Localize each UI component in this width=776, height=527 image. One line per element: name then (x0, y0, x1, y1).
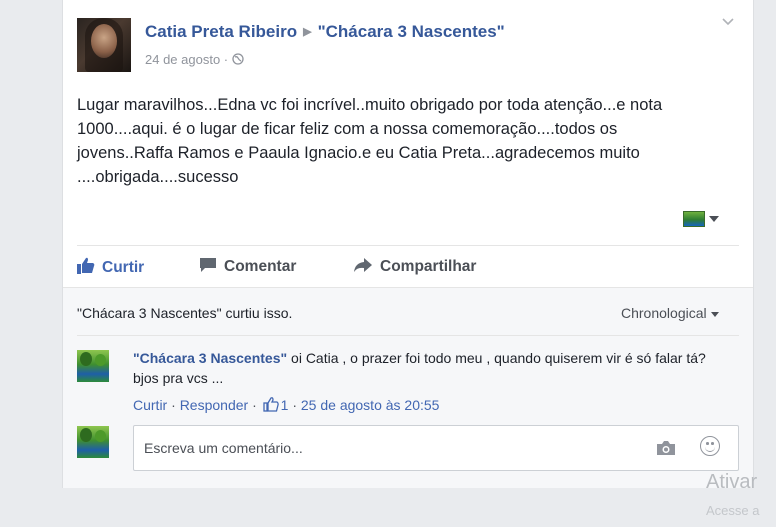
viewer-avatar (77, 426, 109, 458)
commenter-avatar[interactable] (77, 350, 109, 382)
share-arrow-icon (353, 257, 373, 278)
divider (77, 245, 739, 246)
likes-summary[interactable]: "Chácara 3 Nascentes" curtiu isso. (77, 305, 292, 321)
comment-like-link[interactable]: Curtir (133, 397, 167, 413)
share-button[interactable]: Compartilhar (353, 257, 476, 278)
like-label: Curtir (102, 259, 145, 276)
comment-reply-link[interactable]: Responder (180, 397, 249, 413)
triangle-right-icon: ▶ (303, 26, 312, 38)
emoji-icon[interactable] (700, 436, 720, 456)
post-body: Lugar maravilhos...Edna vc foi incrível.… (77, 96, 663, 186)
page-thumbnail-icon (683, 210, 705, 227)
comment-input[interactable] (142, 436, 646, 460)
sort-label: Chronological (621, 305, 707, 321)
activate-windows-watermark: Ativar (706, 471, 758, 493)
comment-like-count[interactable]: 1 (281, 397, 289, 413)
speech-bubble-icon (199, 257, 217, 278)
caret-down-icon (709, 215, 719, 222)
divider (77, 335, 739, 336)
comment-timestamp[interactable]: 25 de agosto às 20:55 (301, 397, 440, 413)
audience-selector[interactable] (683, 210, 719, 228)
comment-actions: Curtir · Responder · 1 · 25 de agosto às… (133, 397, 440, 413)
post-date-link[interactable]: 24 de agosto (145, 52, 220, 67)
post-card: Catia Preta Ribeiro ▶ "Chácara 3 Nascentes… (62, 0, 754, 488)
comment-button[interactable]: Comentar (199, 257, 296, 278)
author-name-link[interactable]: Catia Preta Ribeiro (145, 22, 297, 41)
thumbs-up-icon (77, 257, 95, 279)
activate-windows-subtext: Acesse a (706, 503, 760, 518)
post-header: Catia Preta Ribeiro ▶ "Chácara 3 Nascentes… (145, 22, 505, 42)
meta-dot: · (220, 52, 232, 67)
caret-down-icon (710, 311, 719, 317)
thumbs-up-outline-icon[interactable] (262, 397, 279, 413)
comment-composer[interactable] (133, 425, 739, 471)
author-avatar[interactable] (77, 18, 131, 72)
camera-icon[interactable] (656, 440, 676, 461)
target-page-link[interactable]: "Chácara 3 Nascentes" (318, 22, 505, 41)
comment-body: "Chácara 3 Nascentes" oi Catia , o praze… (133, 348, 733, 388)
sort-dropdown[interactable]: Chronological (621, 305, 719, 321)
post-meta: 24 de agosto · (145, 52, 244, 67)
share-label: Compartilhar (380, 258, 477, 275)
comment-label: Comentar (224, 258, 297, 275)
chevron-down-icon[interactable] (721, 14, 735, 30)
like-button[interactable]: Curtir (77, 257, 144, 279)
commenter-name-link[interactable]: "Chácara 3 Nascentes" (133, 350, 287, 366)
globe-icon[interactable] (232, 52, 244, 67)
